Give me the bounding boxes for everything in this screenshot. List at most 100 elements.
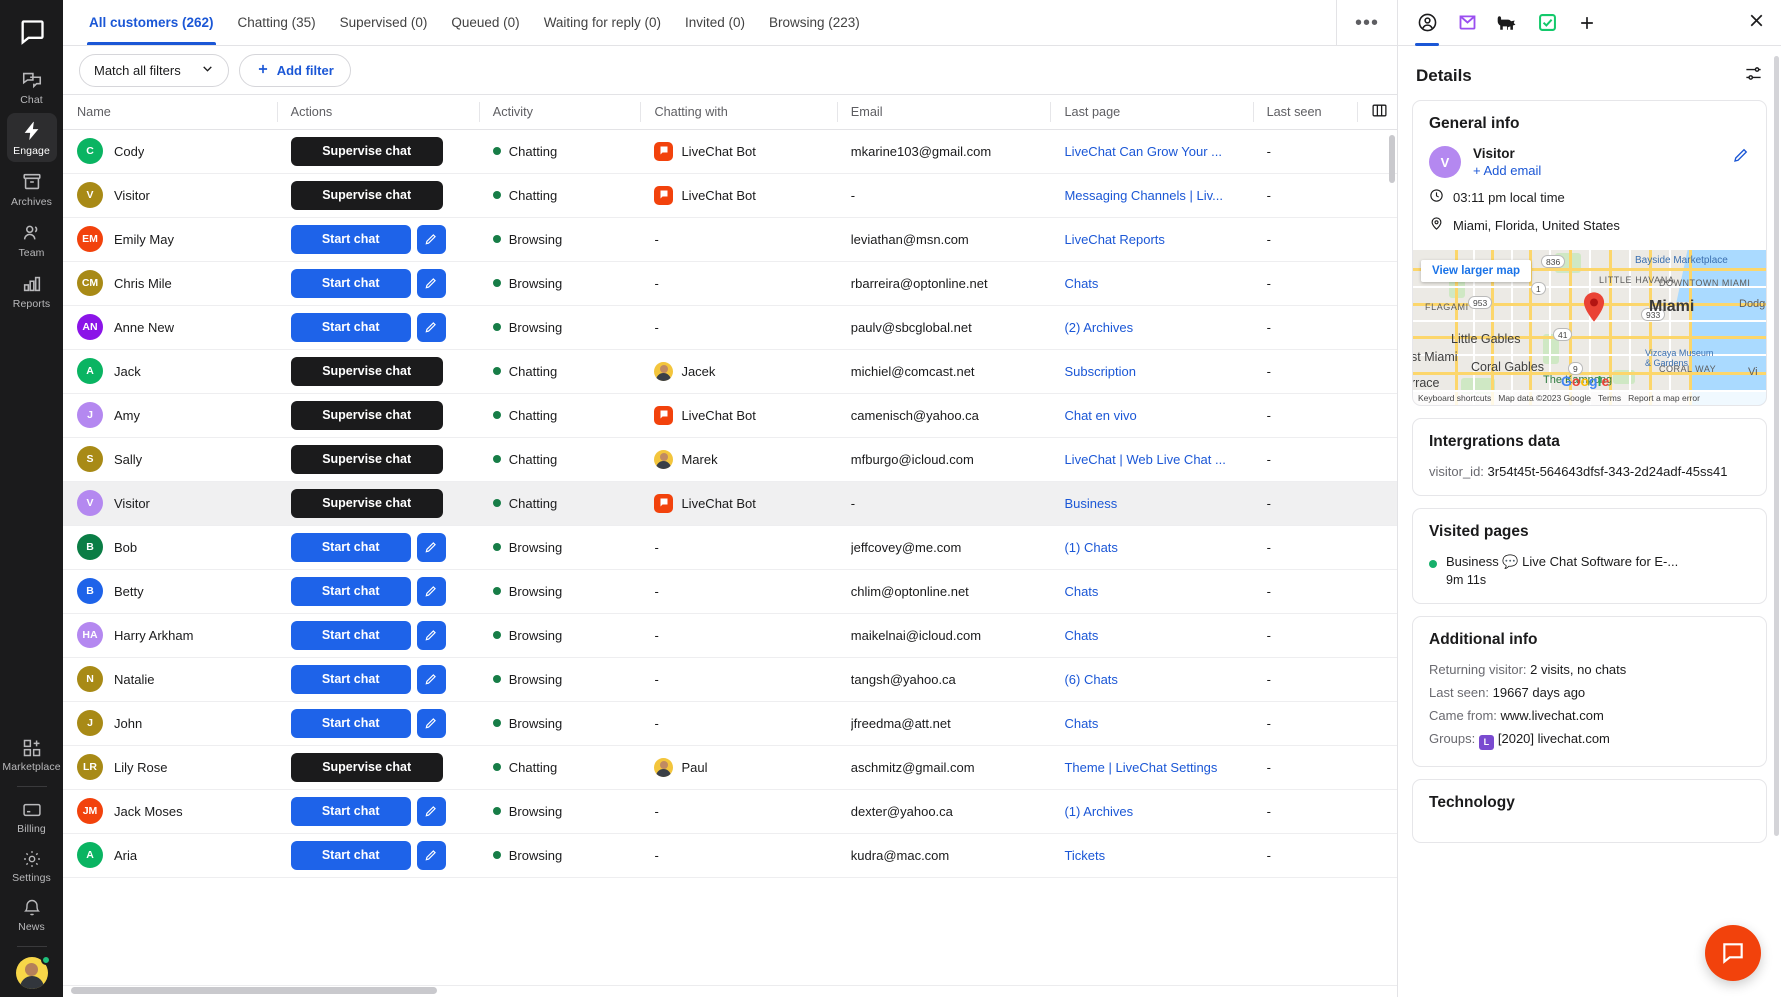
tab-queued[interactable]: Queued (0) (439, 0, 531, 45)
close-icon[interactable] (1746, 10, 1767, 36)
table-row[interactable]: EM Emily May Start chat Browsing - leviathan@… (63, 217, 1397, 262)
visited-page-item[interactable]: Business 💬 Live Chat Software for E-... … (1429, 554, 1750, 587)
edit-pencil-icon[interactable] (416, 708, 446, 738)
sidebar-item-settings[interactable]: Settings (7, 842, 57, 889)
last-page-link[interactable]: Theme | LiveChat Settings (1064, 760, 1252, 775)
supervise-chat-button[interactable]: Supervise chat (290, 752, 443, 782)
edit-pencil-icon[interactable] (416, 664, 446, 694)
add-filter-button[interactable]: Add filter (238, 53, 351, 87)
start-chat-button[interactable]: Start chat (290, 532, 411, 562)
sliders-icon[interactable] (1744, 64, 1763, 88)
last-page-link[interactable]: Chats (1064, 628, 1252, 643)
table-row[interactable]: J John Start chat Browsing - jfreedma@att.net… (63, 701, 1397, 746)
start-chat-button[interactable]: Start chat (290, 796, 411, 826)
table-row[interactable]: C Cody Supervise chat Chatting LiveChat Bot m… (63, 129, 1397, 174)
last-page-link[interactable]: LiveChat | Web Live Chat ... (1064, 452, 1252, 467)
start-chat-button[interactable]: Start chat (290, 664, 411, 694)
table-row[interactable]: V Visitor Supervise chat Chatting LiveChat B… (63, 481, 1397, 526)
panel-tab-check-square-icon[interactable] (1532, 7, 1562, 39)
start-chat-button[interactable]: Start chat (290, 268, 411, 298)
edit-pencil-icon[interactable] (416, 840, 446, 870)
sidebar-item-marketplace[interactable]: Marketplace (2, 731, 61, 778)
start-chat-button[interactable]: Start chat (290, 708, 411, 738)
last-page-link[interactable]: Business (1064, 496, 1252, 511)
supervise-chat-button[interactable]: Supervise chat (290, 488, 443, 518)
edit-pencil-icon[interactable] (416, 268, 446, 298)
column-header-activity[interactable]: Activity (478, 95, 641, 130)
sidebar-item-news[interactable]: News (7, 891, 57, 938)
match-filters-dropdown[interactable]: Match all filters (79, 53, 229, 87)
table-row[interactable]: A Jack Supervise chat Chatting Jacek michiel@… (63, 349, 1397, 394)
tab-browsing[interactable]: Browsing (223) (757, 0, 872, 45)
table-row[interactable]: S Sally Supervise chat Chatting Marek mfburgo… (63, 437, 1397, 482)
table-row[interactable]: B Betty Start chat Browsing - chlim@optonline… (63, 569, 1397, 614)
panel-tab-mail-open-icon[interactable] (1452, 7, 1482, 39)
horizontal-scrollbar-thumb[interactable] (71, 987, 437, 994)
terms-link[interactable]: Terms (1598, 393, 1621, 403)
livechat-logo-icon[interactable] (12, 12, 52, 52)
tab-supervised[interactable]: Supervised (0) (328, 0, 440, 45)
last-page-link[interactable]: Messaging Channels | Liv... (1064, 188, 1252, 203)
table-row[interactable]: N Natalie Start chat Browsing - tangsh@yahoo.… (63, 657, 1397, 702)
table-row[interactable]: LR Lily Rose Supervise chat Chatting Paul asc… (63, 745, 1397, 790)
column-header-name[interactable]: Name (63, 95, 277, 130)
edit-pencil-icon[interactable] (416, 224, 446, 254)
panel-tab-user-circle-icon[interactable] (1412, 7, 1442, 46)
edit-pencil-icon[interactable] (416, 620, 446, 650)
table-row[interactable]: A Aria Start chat Browsing - kudra@mac.com Tic… (63, 833, 1397, 878)
column-header-last-page[interactable]: Last page (1050, 95, 1253, 130)
column-header-actions[interactable]: Actions (276, 95, 479, 130)
table-row[interactable]: CM Chris Mile Start chat Browsing - rbarreira… (63, 261, 1397, 306)
tab-waiting-for-reply[interactable]: Waiting for reply (0) (532, 0, 673, 45)
last-page-link[interactable]: Subscription (1064, 364, 1252, 379)
location-map[interactable]: 836 953 41 9 933 1 LITTLE HAVANA FLAGAMI… (1413, 250, 1766, 405)
last-page-link[interactable]: Chats (1064, 716, 1252, 731)
last-page-link[interactable]: Chats (1064, 584, 1252, 599)
sidebar-item-team[interactable]: Team (7, 215, 57, 264)
start-chat-button[interactable]: Start chat (290, 224, 411, 254)
start-chat-button[interactable]: Start chat (290, 840, 411, 870)
keyboard-shortcuts-link[interactable]: Keyboard shortcuts (1418, 393, 1491, 403)
pencil-icon[interactable] (1732, 146, 1750, 169)
sidebar-item-reports[interactable]: Reports (7, 266, 57, 315)
last-page-link[interactable]: Chats (1064, 276, 1252, 291)
table-row[interactable]: J Amy Supervise chat Chatting LiveChat Bot ca… (63, 393, 1397, 438)
supervise-chat-button[interactable]: Supervise chat (290, 356, 443, 386)
start-chat-button[interactable]: Start chat (290, 312, 411, 342)
last-page-link[interactable]: LiveChat Reports (1064, 232, 1252, 247)
column-header-email[interactable]: Email (836, 95, 1051, 130)
supervise-chat-button[interactable]: Supervise chat (290, 400, 443, 430)
panel-tab-plus-icon[interactable] (1572, 7, 1602, 39)
table-row[interactable]: B Bob Start chat Browsing - jeffcovey@me.com (… (63, 525, 1397, 570)
report-map-error-link[interactable]: Report a map error (1628, 393, 1700, 403)
table-row[interactable]: V Visitor Supervise chat Chatting LiveChat B… (63, 173, 1397, 218)
details-scrollbar[interactable] (1774, 56, 1779, 836)
supervise-chat-button[interactable]: Supervise chat (290, 136, 443, 166)
last-page-link[interactable]: Tickets (1064, 848, 1252, 863)
edit-pencil-icon[interactable] (416, 576, 446, 606)
supervise-chat-button[interactable]: Supervise chat (290, 180, 443, 210)
start-chat-button[interactable]: Start chat (290, 576, 411, 606)
sidebar-item-chat[interactable]: Chat (7, 62, 57, 111)
tab-all-customers[interactable]: All customers (262) (77, 0, 226, 45)
edit-pencil-icon[interactable] (416, 532, 446, 562)
vertical-scrollbar[interactable] (1389, 135, 1395, 183)
table-row[interactable]: HA Harry Arkham Start chat Browsing - maikeln… (63, 613, 1397, 658)
last-page-link[interactable]: (1) Archives (1064, 804, 1252, 819)
start-chat-button[interactable]: Start chat (290, 620, 411, 650)
tab-chatting[interactable]: Chatting (35) (226, 0, 328, 45)
edit-pencil-icon[interactable] (416, 796, 446, 826)
table-row[interactable]: AN Anne New Start chat Browsing - paulv@sbcgl… (63, 305, 1397, 350)
panel-tab-dog-icon[interactable] (1492, 7, 1522, 39)
last-page-link[interactable]: (6) Chats (1064, 672, 1252, 687)
edit-pencil-icon[interactable] (416, 312, 446, 342)
sidebar-item-engage[interactable]: Engage (6, 113, 57, 162)
sidebar-item-billing[interactable]: Billing (7, 793, 57, 840)
sidebar-item-archives[interactable]: Archives (7, 164, 57, 213)
tab-invited[interactable]: Invited (0) (673, 0, 757, 45)
column-header-last-seen[interactable]: Last seen (1252, 95, 1357, 130)
supervise-chat-button[interactable]: Supervise chat (290, 444, 443, 474)
last-page-link[interactable]: (1) Chats (1064, 540, 1252, 555)
column-header-chatting-with[interactable]: Chatting with (640, 95, 837, 130)
view-larger-map-button[interactable]: View larger map (1421, 260, 1531, 282)
